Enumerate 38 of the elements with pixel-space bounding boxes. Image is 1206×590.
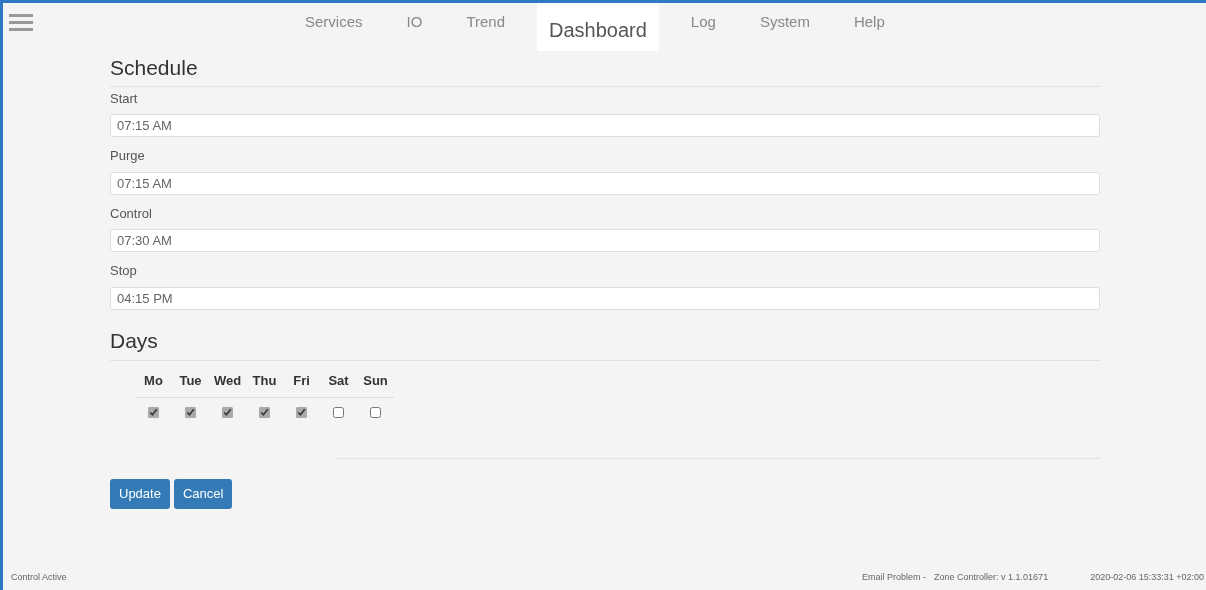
field-label: Control xyxy=(110,204,152,223)
day-header: Sun xyxy=(362,372,389,390)
time-field[interactable]: 07:15 AM xyxy=(110,114,1100,137)
nav-tab[interactable]: IO xyxy=(394,3,435,34)
day-checkbox[interactable] xyxy=(148,406,159,418)
menu-icon[interactable] xyxy=(9,12,33,34)
day-checkbox[interactable] xyxy=(370,406,381,418)
nav-tab[interactable]: Services xyxy=(293,3,375,34)
day-checkbox[interactable] xyxy=(222,406,233,418)
field-label: Start xyxy=(110,89,138,108)
day-header: Sat xyxy=(327,372,350,390)
time-field[interactable]: 07:15 AM xyxy=(110,171,1100,195)
action-button[interactable]: Cancel xyxy=(173,478,233,509)
timestamp: 2020-02-06 15:33:31 +02:00 xyxy=(1090,571,1204,585)
nav-tab[interactable]: Help xyxy=(841,3,897,34)
nav-tab[interactable]: Dashboard xyxy=(537,3,659,51)
version-text: Zone Controller: v 1.1.01671 xyxy=(934,571,1049,585)
status-text: Email Problem - xyxy=(862,571,927,585)
nav-tab[interactable]: System xyxy=(747,3,822,34)
section-title: Schedule xyxy=(110,55,198,81)
day-header: Wed xyxy=(212,372,243,390)
section-title: Days xyxy=(110,327,158,354)
time-field[interactable]: 04:15 PM xyxy=(110,286,1100,310)
nav-tab[interactable]: Log xyxy=(678,3,728,34)
day-header: Fri xyxy=(292,372,311,390)
status-text: Control Active xyxy=(11,571,67,585)
day-header: Mo xyxy=(143,372,164,390)
action-button[interactable]: Update xyxy=(110,478,170,509)
time-field[interactable]: 07:30 AM xyxy=(110,229,1100,252)
day-checkbox[interactable] xyxy=(259,406,270,418)
field-label: Stop xyxy=(110,262,137,280)
day-checkbox[interactable] xyxy=(333,406,344,418)
day-checkbox[interactable] xyxy=(185,406,196,418)
nav-tab[interactable]: Trend xyxy=(454,3,517,34)
day-header: Thu xyxy=(251,372,278,390)
day-checkbox[interactable] xyxy=(296,406,307,418)
day-header: Tue xyxy=(178,372,203,390)
field-label: Purge xyxy=(110,147,145,165)
